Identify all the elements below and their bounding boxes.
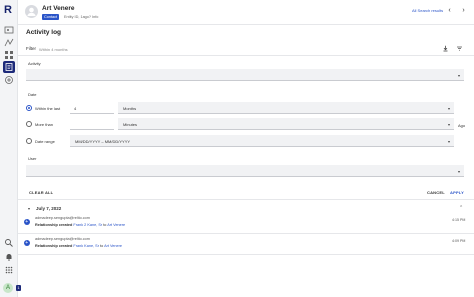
within-value-input[interactable]: 4 [70,102,114,114]
entry-target-link[interactable]: Art Venere [107,223,125,227]
filter-summary: Within 4 months [39,46,68,52]
entry-description: Relationship created Frank 2 Kane, Sr to… [35,223,125,227]
activity-label: Activity [28,61,41,66]
profile-name: Art Venere [42,5,75,12]
entry-description: Relationship created Frank Kane, Sr to A… [35,244,122,248]
date-range-label: Date range [35,138,55,144]
filter-label: Filter [26,46,36,51]
activity-select[interactable]: ▾ [26,69,464,81]
collapse-icon[interactable]: ⌃ [459,205,463,211]
user-avatar[interactable]: A [3,283,13,293]
entry-user: admadeep.sengupta@reltio.com [35,216,90,220]
filter-bar: Filter Within 4 months [18,42,474,55]
header-divider [18,24,474,25]
entry-action: Relationship created [35,223,73,227]
profile-icon[interactable] [3,24,15,36]
app-logo[interactable]: R [4,4,14,16]
left-rail: R A 1 [0,0,21,297]
download-icon[interactable] [442,45,449,52]
date-group-title: July 7, 2022 [36,206,62,211]
next-result-button[interactable]: › [459,6,468,15]
more-than-radio[interactable] [26,121,32,127]
apply-button[interactable]: APPLY [450,190,464,195]
entry-action: Relationship created [35,244,73,248]
relationship-created-icon [24,240,30,246]
more-than-unit-select[interactable]: Minutes ▾ [118,118,454,130]
profile-header: Art Venere Contact Entity ID, 1ago? Info… [18,0,474,24]
chevron-down-icon: ▾ [28,206,31,211]
activity-log-icon[interactable] [3,61,15,73]
apps-grid-icon[interactable] [3,49,15,61]
notification-badge: 1 [16,285,21,291]
app-root: R A 1 Art Venere Contact Entity ID, 1ago… [0,0,474,297]
within-value: 4 [74,105,77,111]
entry-time: 4:09 PM [452,239,466,243]
filter-divider [18,55,474,56]
buttons-divider [18,199,474,200]
connections-icon[interactable] [3,37,15,49]
chevron-down-icon: ▾ [457,73,460,78]
chevron-down-icon: ▾ [447,106,450,111]
user-label: User [28,156,37,161]
date-label: Date [28,92,37,97]
date-range-value: MM/DD/YYYY – MM/DD/YYYY [75,138,131,144]
entry-user: admadeep.sengupta@reltio.com [35,237,90,241]
search-results-link[interactable]: All Search results [412,8,443,13]
entity-type-badge: Contact [42,14,60,20]
entry-from-link[interactable]: Frank Kane, Sr [73,244,99,248]
date-range-radio[interactable] [26,138,32,144]
chevron-down-icon: ▾ [447,122,450,127]
more-than-unit-value: Minutes [123,121,138,127]
profile-avatar-icon [25,5,38,18]
chevron-down-icon: ▾ [447,139,450,144]
entry-from-link[interactable]: Frank 2 Kane, Sr [73,223,102,227]
more-than-label: More than [35,121,54,127]
entry-target-link[interactable]: Art Venere [104,244,122,248]
filter-icon[interactable] [456,45,463,52]
entry-divider [18,233,474,234]
entry-time: 4:15 PM [452,218,466,222]
activity-entry: admadeep.sengupta@reltio.com Relationshi… [18,235,474,255]
activity-entry: admadeep.sengupta@reltio.com Relationshi… [18,214,474,234]
more-than-value-input[interactable] [70,118,114,130]
within-last-label: Within the last [35,105,61,111]
chevron-down-icon: ▾ [457,169,460,174]
ago-label: Ago [458,123,466,128]
entry-to-word: to [100,244,104,248]
profile-meta: Entity ID, 1ago? Info [64,14,99,19]
relationship-created-icon [24,219,30,225]
search-icon[interactable] [3,237,15,249]
date-range-input[interactable]: MM/DD/YYYY – MM/DD/YYYY ▾ [70,135,454,147]
bell-icon[interactable] [3,251,15,263]
cancel-button[interactable]: CANCEL [427,190,445,195]
page-title: Activity log [26,29,62,36]
user-select[interactable]: ▾ [26,165,464,177]
within-unit-select[interactable]: Months ▾ [118,102,454,114]
date-group-header[interactable]: ▾ July 7, 2022 ⌃ [18,203,474,214]
app-launcher-icon[interactable] [3,264,15,276]
clear-all-button[interactable]: CLEAR ALL [29,190,53,195]
entry-divider [18,254,474,255]
within-last-radio[interactable] [26,105,32,111]
previous-result-button[interactable]: ‹ [445,6,454,15]
add-circle-icon[interactable] [3,74,15,86]
entry-to-word: to [103,223,107,227]
within-unit-value: Months [123,105,137,111]
